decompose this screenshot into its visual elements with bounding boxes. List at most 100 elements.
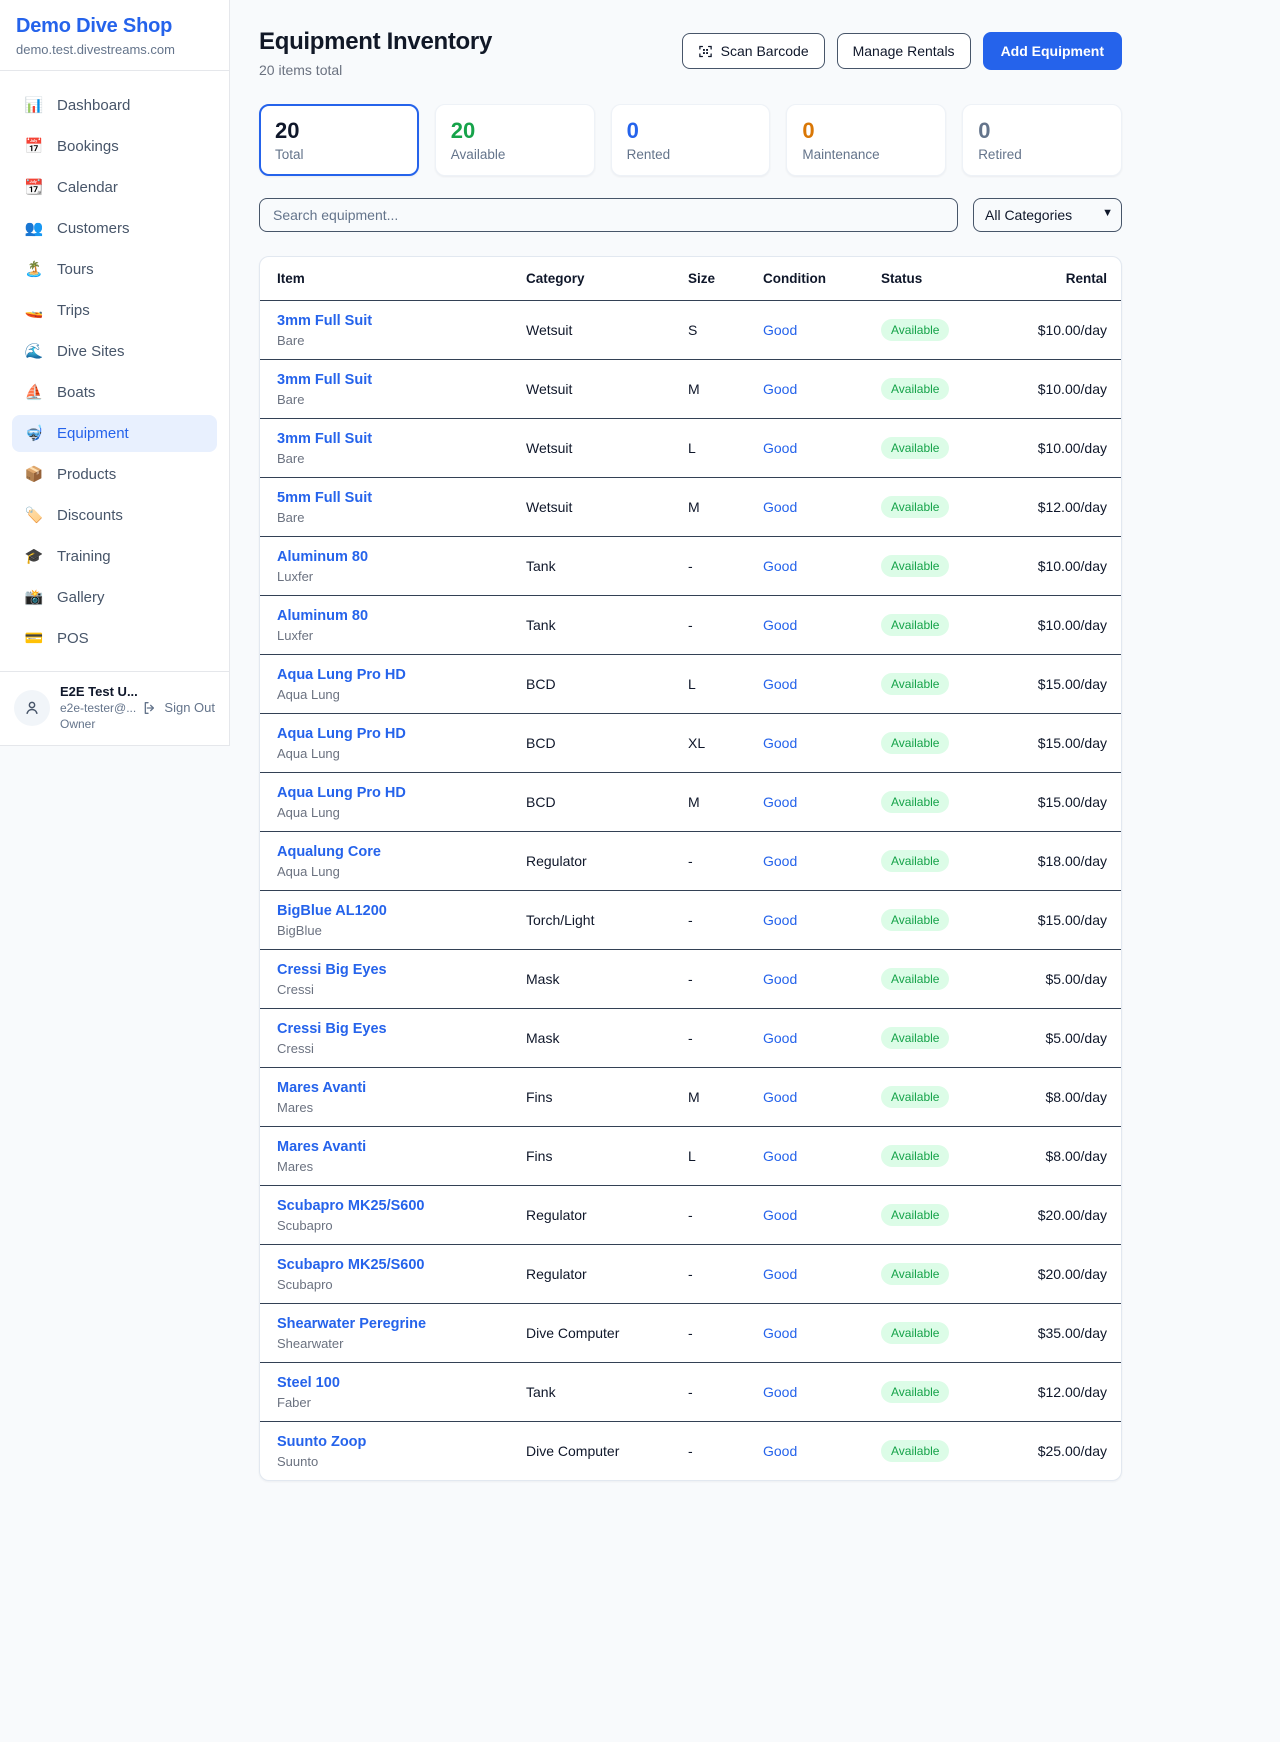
item-name-link[interactable]: Scubapro MK25/S600	[277, 1257, 424, 1273]
item-condition-link[interactable]: Good	[763, 617, 797, 633]
item-category: Fins	[526, 1068, 688, 1127]
item-name-link[interactable]: Aqua Lung Pro HD	[277, 726, 406, 742]
sidebar-item-trips[interactable]: 🚤 Trips	[12, 292, 217, 329]
stat-value: 20	[451, 118, 579, 144]
column-header-category: Category	[526, 257, 688, 301]
item-size: -	[688, 891, 763, 950]
table-row: Aluminum 80 Luxfer Tank - Good Available…	[260, 596, 1121, 655]
stat-card-available[interactable]: 20 Available	[435, 104, 595, 176]
item-name-link[interactable]: Cressi Big Eyes	[277, 962, 387, 978]
item-rental: $10.00/day	[1013, 419, 1121, 478]
sidebar-item-bookings[interactable]: 📅 Bookings	[12, 128, 217, 165]
stat-value: 0	[978, 118, 1106, 144]
sidebar-item-training[interactable]: 🎓 Training	[12, 538, 217, 575]
training-icon: 🎓	[24, 549, 44, 564]
item-brand: BigBlue	[277, 923, 526, 938]
search-input[interactable]	[259, 198, 958, 232]
item-condition-link[interactable]: Good	[763, 912, 797, 928]
item-name-link[interactable]: 3mm Full Suit	[277, 313, 372, 329]
item-condition-link[interactable]: Good	[763, 1384, 797, 1400]
item-condition-link[interactable]: Good	[763, 1443, 797, 1459]
item-name-link[interactable]: Aqualung Core	[277, 844, 381, 860]
item-name-link[interactable]: 3mm Full Suit	[277, 372, 372, 388]
sidebar-item-dashboard[interactable]: 📊 Dashboard	[12, 87, 217, 124]
sidebar-item-tours[interactable]: 🏝️ Tours	[12, 251, 217, 288]
table-row: Aqua Lung Pro HD Aqua Lung BCD M Good Av…	[260, 773, 1121, 832]
category-select[interactable]: All Categories	[973, 198, 1122, 232]
stat-card-rented[interactable]: 0 Rented	[611, 104, 771, 176]
item-size: -	[688, 1422, 763, 1481]
item-condition-link[interactable]: Good	[763, 1030, 797, 1046]
item-condition-link[interactable]: Good	[763, 1266, 797, 1282]
user-role: Owner	[60, 717, 132, 731]
stat-card-retired[interactable]: 0 Retired	[962, 104, 1122, 176]
item-category: Dive Computer	[526, 1422, 688, 1481]
item-name-link[interactable]: BigBlue AL1200	[277, 903, 387, 919]
item-condition-link[interactable]: Good	[763, 381, 797, 397]
item-condition-link[interactable]: Good	[763, 440, 797, 456]
item-condition-link[interactable]: Good	[763, 322, 797, 338]
sidebar-item-equipment[interactable]: 🤿 Equipment	[12, 415, 217, 452]
scan-barcode-button[interactable]: Scan Barcode	[682, 33, 825, 69]
item-condition-link[interactable]: Good	[763, 1089, 797, 1105]
item-condition-link[interactable]: Good	[763, 853, 797, 869]
sidebar-item-pos[interactable]: 💳 POS	[12, 620, 217, 657]
item-name-link[interactable]: Suunto Zoop	[277, 1434, 366, 1450]
sign-out-button[interactable]: Sign Out	[142, 700, 215, 716]
item-category: BCD	[526, 773, 688, 832]
app-root: Demo Dive Shop demo.test.divestreams.com…	[0, 0, 1280, 1521]
sidebar-nav: 📊 Dashboard 📅 Bookings 📆 Calendar 👥 Cust…	[0, 71, 229, 671]
item-condition-link[interactable]: Good	[763, 558, 797, 574]
item-name-link[interactable]: 3mm Full Suit	[277, 431, 372, 447]
pos-icon: 💳	[24, 631, 44, 646]
column-header-rental: Rental	[1013, 257, 1121, 301]
column-header-condition: Condition	[763, 257, 881, 301]
item-name-link[interactable]: Mares Avanti	[277, 1139, 366, 1155]
item-condition-link[interactable]: Good	[763, 676, 797, 692]
item-size: M	[688, 773, 763, 832]
item-name-link[interactable]: Aqua Lung Pro HD	[277, 785, 406, 801]
sidebar-item-customers[interactable]: 👥 Customers	[12, 210, 217, 247]
sidebar-item-gallery[interactable]: 📸 Gallery	[12, 579, 217, 616]
item-condition-link[interactable]: Good	[763, 794, 797, 810]
item-name-link[interactable]: Mares Avanti	[277, 1080, 366, 1096]
status-badge: Available	[881, 909, 949, 931]
sidebar-item-dive-sites[interactable]: 🌊 Dive Sites	[12, 333, 217, 370]
item-condition-link[interactable]: Good	[763, 1325, 797, 1341]
item-rental: $5.00/day	[1013, 1009, 1121, 1068]
manage-rentals-button[interactable]: Manage Rentals	[837, 33, 971, 69]
item-condition-link[interactable]: Good	[763, 499, 797, 515]
item-category: Mask	[526, 950, 688, 1009]
item-rental: $8.00/day	[1013, 1127, 1121, 1186]
item-condition-link[interactable]: Good	[763, 1207, 797, 1223]
item-category: Wetsuit	[526, 301, 688, 360]
add-equipment-button[interactable]: Add Equipment	[983, 32, 1122, 70]
item-rental: $15.00/day	[1013, 773, 1121, 832]
item-rental: $20.00/day	[1013, 1245, 1121, 1304]
sidebar-item-calendar[interactable]: 📆 Calendar	[12, 169, 217, 206]
item-name-link[interactable]: Scubapro MK25/S600	[277, 1198, 424, 1214]
item-category: Dive Computer	[526, 1304, 688, 1363]
item-condition-link[interactable]: Good	[763, 735, 797, 751]
item-name-link[interactable]: 5mm Full Suit	[277, 490, 372, 506]
item-name-link[interactable]: Aluminum 80	[277, 608, 368, 624]
user-icon	[23, 699, 41, 717]
table-row: Aqua Lung Pro HD Aqua Lung BCD XL Good A…	[260, 714, 1121, 773]
stat-card-maintenance[interactable]: 0 Maintenance	[786, 104, 946, 176]
item-rental: $15.00/day	[1013, 891, 1121, 950]
item-name-link[interactable]: Cressi Big Eyes	[277, 1021, 387, 1037]
column-header-item: Item	[260, 257, 526, 301]
item-condition-link[interactable]: Good	[763, 1148, 797, 1164]
item-name-link[interactable]: Aluminum 80	[277, 549, 368, 565]
sidebar-item-boats[interactable]: ⛵ Boats	[12, 374, 217, 411]
sidebar-item-products[interactable]: 📦 Products	[12, 456, 217, 493]
item-condition-link[interactable]: Good	[763, 971, 797, 987]
item-name-link[interactable]: Shearwater Peregrine	[277, 1316, 426, 1332]
table-row: 3mm Full Suit Bare Wetsuit L Good Availa…	[260, 419, 1121, 478]
table-header: Item Category Size Condition Status Rent…	[260, 257, 1121, 301]
item-name-link[interactable]: Aqua Lung Pro HD	[277, 667, 406, 683]
sidebar-item-discounts[interactable]: 🏷️ Discounts	[12, 497, 217, 534]
stat-card-total[interactable]: 20 Total	[259, 104, 419, 176]
item-name-link[interactable]: Steel 100	[277, 1375, 340, 1391]
item-brand: Luxfer	[277, 628, 526, 643]
